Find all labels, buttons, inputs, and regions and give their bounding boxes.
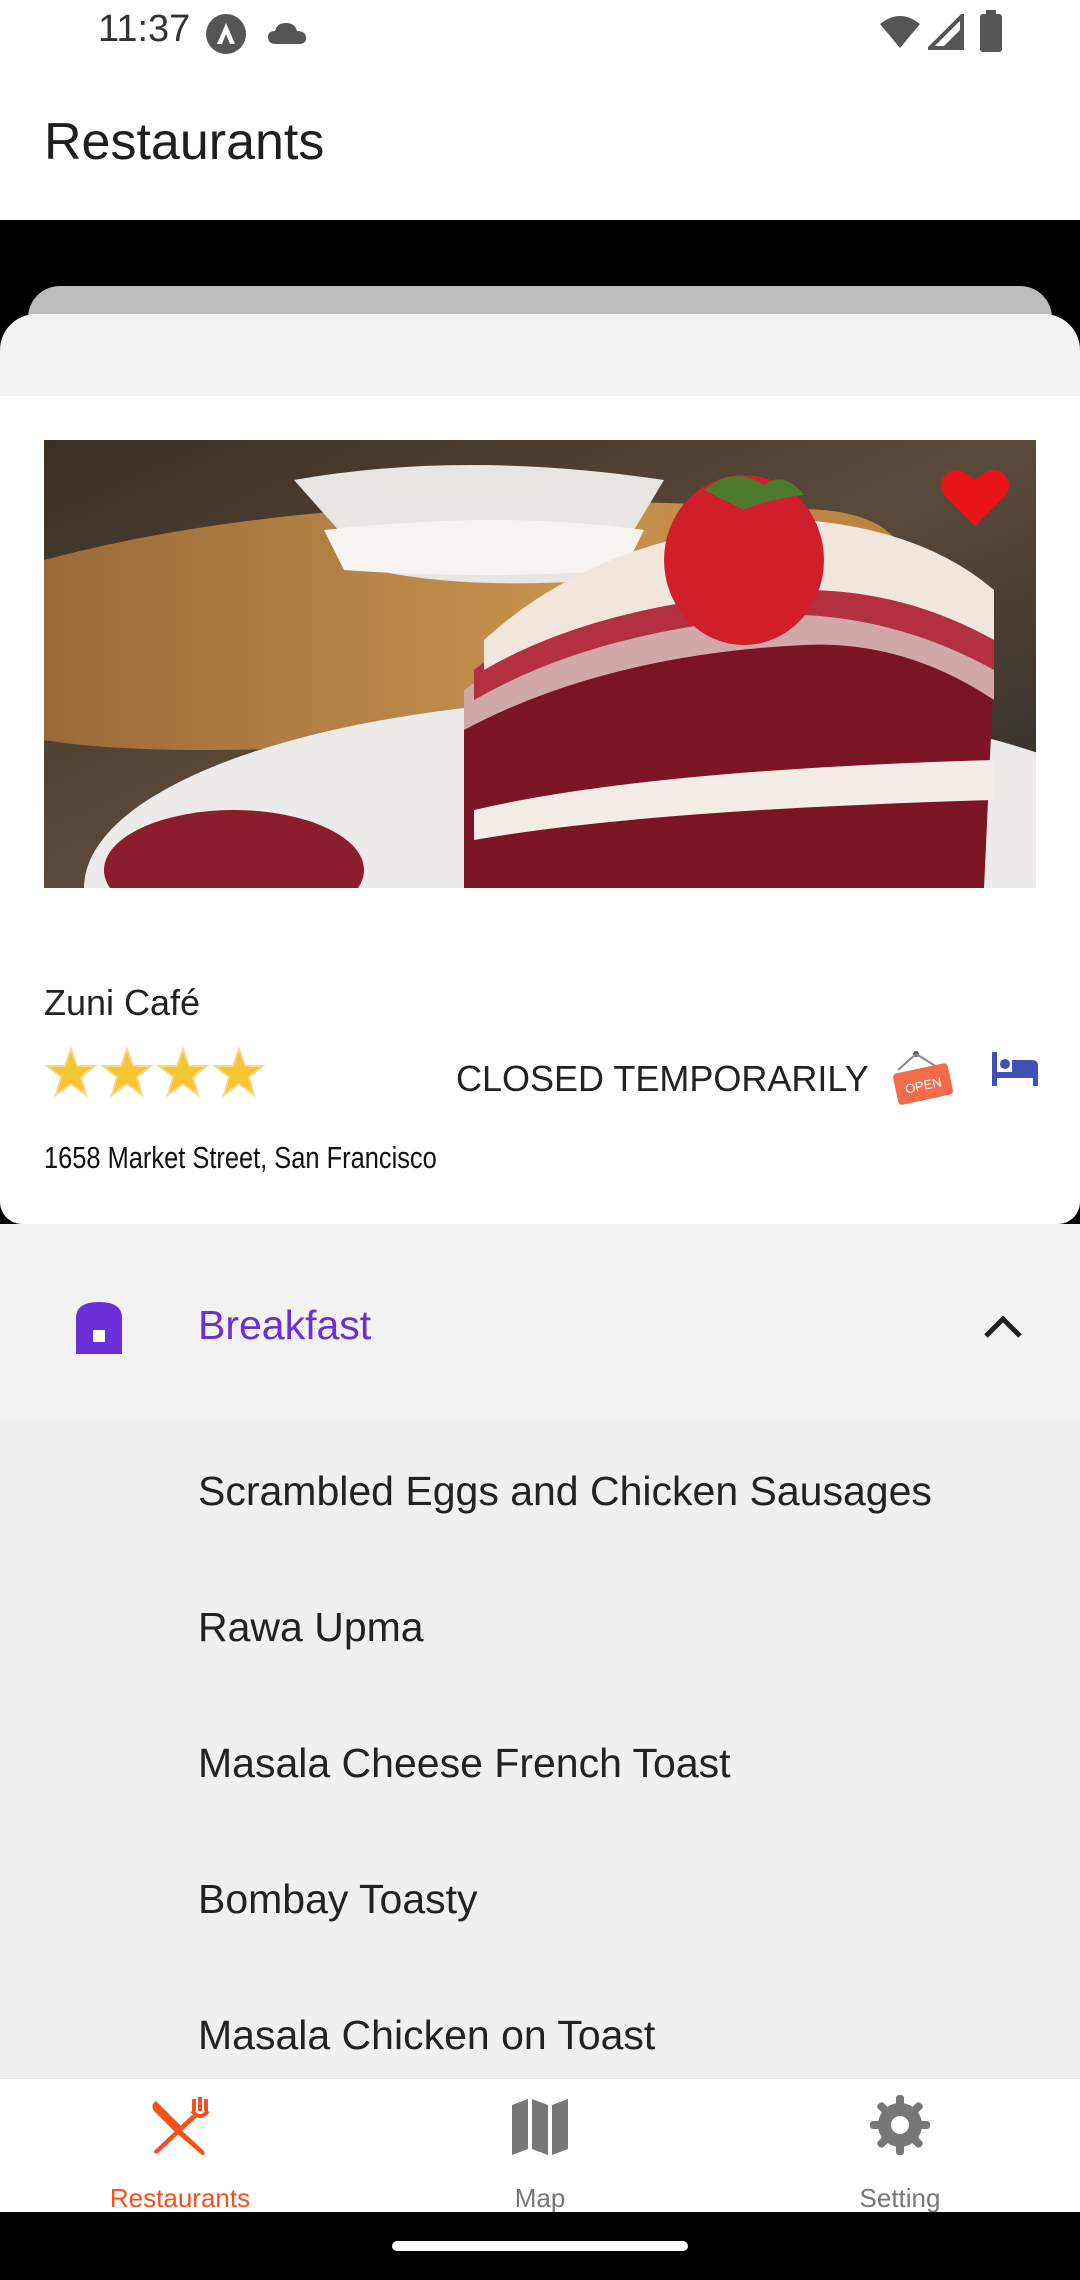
home-gesture-handle[interactable] bbox=[392, 2241, 688, 2251]
restaurant-photo bbox=[44, 440, 1036, 888]
status-time: 11:37 bbox=[98, 8, 191, 50]
menu-section-title: Breakfast bbox=[198, 1302, 372, 1348]
status-closed-text: CLOSED TEMPORARILY bbox=[456, 1058, 869, 1099]
wifi-icon bbox=[880, 16, 920, 48]
bed-icon bbox=[992, 1052, 1038, 1086]
star-icon bbox=[156, 1046, 210, 1098]
a-icon bbox=[206, 14, 246, 54]
breakfast-icon bbox=[76, 1302, 122, 1354]
restaurant-address: 1658 Market Street, San Francisco bbox=[44, 1140, 437, 1175]
rating-stars bbox=[44, 1046, 266, 1100]
list-item[interactable]: Bombay Toasty bbox=[198, 1876, 478, 1923]
gear-icon bbox=[870, 2095, 930, 2155]
nav-label-setting: Setting bbox=[859, 2183, 941, 2213]
nav-item-map[interactable]: Map bbox=[360, 2079, 720, 2213]
nav-label-map: Map bbox=[514, 2183, 566, 2213]
open-sign-icon: OPEN bbox=[893, 1051, 953, 1105]
list-item[interactable]: Scrambled Eggs and Chicken Sausages bbox=[198, 1468, 932, 1515]
fork-knife-icon bbox=[152, 2097, 210, 2155]
list-item[interactable]: Masala Cheese French Toast bbox=[198, 1740, 731, 1787]
chevron-up-icon[interactable] bbox=[980, 1308, 1026, 1344]
favorite-heart-icon[interactable] bbox=[940, 466, 1010, 528]
bottom-sheet-header[interactable] bbox=[0, 314, 1080, 404]
bottom-navigation: Restaurants Map Setting bbox=[0, 2078, 1080, 2213]
nav-item-setting[interactable]: Setting bbox=[720, 2079, 1080, 2213]
star-icon bbox=[44, 1046, 98, 1098]
menu-item-list: Scrambled Eggs and Chicken Sausages Rawa… bbox=[0, 1422, 1080, 2078]
list-item[interactable]: Rawa Upma bbox=[198, 1604, 424, 1651]
nav-item-restaurants[interactable]: Restaurants bbox=[0, 2079, 360, 2213]
star-icon bbox=[100, 1046, 154, 1098]
map-icon bbox=[512, 2099, 568, 2155]
restaurant-name: Zuni Café bbox=[44, 982, 201, 1023]
menu-section-header[interactable] bbox=[0, 1224, 1080, 1422]
nav-label-restaurants: Restaurants bbox=[109, 2183, 251, 2213]
cell-signal-icon bbox=[928, 14, 964, 50]
list-item[interactable]: Masala Chicken on Toast bbox=[198, 2012, 655, 2059]
battery-icon bbox=[980, 10, 1002, 52]
star-icon bbox=[212, 1046, 266, 1098]
cloud-icon bbox=[268, 23, 306, 44]
page-title: Restaurants bbox=[44, 113, 325, 171]
